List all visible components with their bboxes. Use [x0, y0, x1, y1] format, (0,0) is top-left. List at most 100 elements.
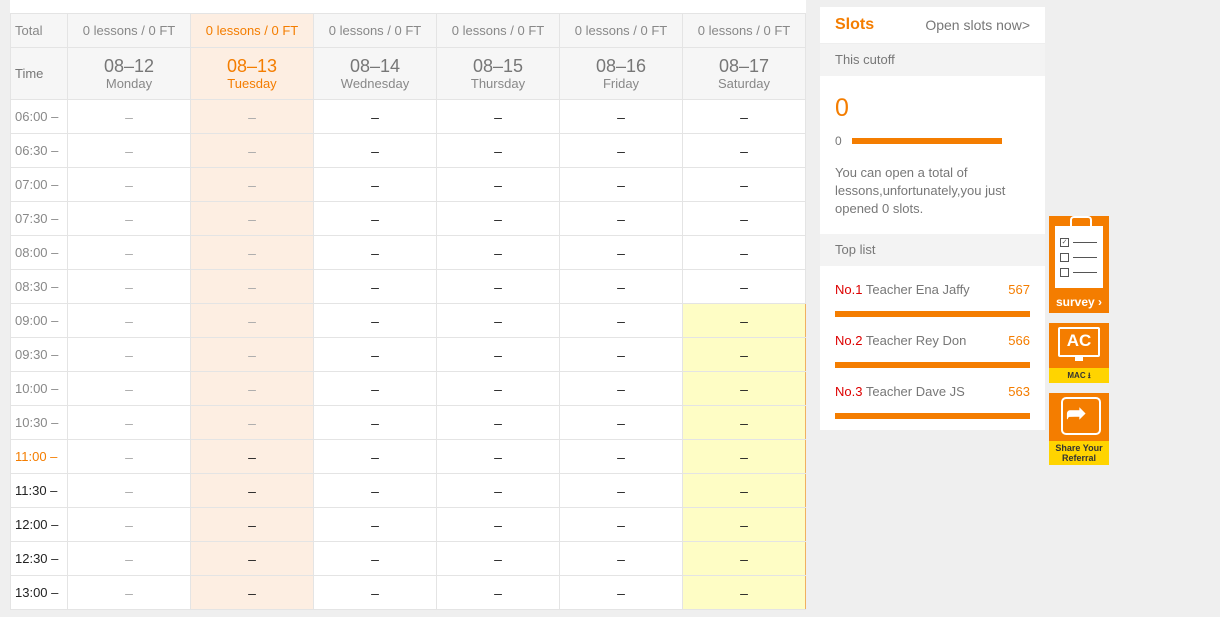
slot-cell[interactable]: –: [559, 439, 683, 474]
slot-cell[interactable]: –: [190, 337, 314, 372]
slot-cell[interactable]: –: [67, 235, 191, 270]
slot-cell[interactable]: –: [190, 99, 314, 134]
slot-cell[interactable]: –: [190, 133, 314, 168]
slot-cell[interactable]: –: [436, 439, 560, 474]
slot-cell[interactable]: –: [313, 167, 437, 202]
share-referral-button[interactable]: ➦ Share Your Referral: [1049, 393, 1109, 465]
slot-cell[interactable]: –: [559, 167, 683, 202]
share-arrow-icon: ➦: [1066, 400, 1087, 427]
slot-cell[interactable]: –: [559, 269, 683, 304]
slot-cell[interactable]: –: [190, 541, 314, 576]
rank-item[interactable]: No.1 Teacher Ena Jaffy 567: [820, 281, 1045, 317]
slot-cell[interactable]: –: [559, 303, 683, 338]
slot-cell[interactable]: –: [682, 541, 806, 576]
slot-cell[interactable]: –: [190, 575, 314, 610]
slot-cell[interactable]: –: [313, 337, 437, 372]
slot-cell[interactable]: –: [313, 541, 437, 576]
slot-cell[interactable]: –: [67, 269, 191, 304]
slot-cell[interactable]: –: [436, 371, 560, 406]
survey-button[interactable]: ✓ survey ›: [1049, 216, 1109, 313]
slot-cell[interactable]: –: [559, 371, 683, 406]
slot-cell[interactable]: –: [682, 575, 806, 610]
slot-cell[interactable]: –: [682, 371, 806, 406]
mac-download-button[interactable]: AC MAC ⭳: [1049, 323, 1109, 383]
slot-cell[interactable]: –: [559, 235, 683, 270]
slot-cell[interactable]: –: [436, 167, 560, 202]
slot-cell[interactable]: –: [436, 99, 560, 134]
slot-cell[interactable]: –: [190, 405, 314, 440]
slot-cell[interactable]: –: [436, 575, 560, 610]
slot-cell[interactable]: –: [559, 405, 683, 440]
day-header: 08–15 Thursday: [436, 47, 560, 100]
slot-cell[interactable]: –: [313, 269, 437, 304]
slot-cell[interactable]: –: [559, 507, 683, 542]
slot-cell[interactable]: –: [436, 337, 560, 372]
slot-cell[interactable]: –: [313, 405, 437, 440]
slot-cell[interactable]: –: [682, 439, 806, 474]
slot-cell[interactable]: –: [559, 201, 683, 236]
slot-cell[interactable]: –: [559, 99, 683, 134]
slot-cell[interactable]: –: [67, 167, 191, 202]
slot-cell[interactable]: –: [436, 133, 560, 168]
rank-item[interactable]: No.2 Teacher Rey Don 566: [820, 332, 1045, 368]
slot-cell[interactable]: –: [313, 371, 437, 406]
slot-cell[interactable]: –: [313, 133, 437, 168]
slot-cell[interactable]: –: [436, 201, 560, 236]
slot-cell[interactable]: –: [682, 99, 806, 134]
slot-cell[interactable]: –: [436, 541, 560, 576]
slot-cell[interactable]: –: [67, 405, 191, 440]
slot-cell[interactable]: –: [67, 99, 191, 134]
slot-cell[interactable]: –: [436, 507, 560, 542]
slot-cell[interactable]: –: [190, 269, 314, 304]
slot-cell[interactable]: –: [190, 167, 314, 202]
slot-cell[interactable]: –: [67, 473, 191, 508]
slot-cell[interactable]: –: [682, 167, 806, 202]
slot-cell[interactable]: –: [313, 235, 437, 270]
slot-cell[interactable]: –: [559, 575, 683, 610]
slot-cell[interactable]: –: [682, 201, 806, 236]
slot-cell[interactable]: –: [313, 439, 437, 474]
slot-cell[interactable]: –: [559, 541, 683, 576]
slot-cell[interactable]: –: [313, 303, 437, 338]
slot-cell[interactable]: –: [67, 337, 191, 372]
slot-cell[interactable]: –: [436, 235, 560, 270]
slot-cell[interactable]: –: [67, 201, 191, 236]
slot-cell[interactable]: –: [190, 235, 314, 270]
slot-cell[interactable]: –: [190, 507, 314, 542]
slot-cell[interactable]: –: [67, 133, 191, 168]
slot-cell[interactable]: –: [67, 303, 191, 338]
slot-cell[interactable]: –: [190, 201, 314, 236]
slot-cell[interactable]: –: [190, 371, 314, 406]
slot-cell[interactable]: –: [67, 439, 191, 474]
slot-cell[interactable]: –: [559, 133, 683, 168]
slot-cell[interactable]: –: [313, 473, 437, 508]
slot-cell[interactable]: –: [313, 201, 437, 236]
slot-cell[interactable]: –: [559, 337, 683, 372]
slot-cell[interactable]: –: [313, 99, 437, 134]
slot-cell[interactable]: –: [436, 405, 560, 440]
slot-cell[interactable]: –: [190, 303, 314, 338]
slot-cell[interactable]: –: [67, 541, 191, 576]
slot-cell[interactable]: –: [682, 507, 806, 542]
slot-cell[interactable]: –: [559, 473, 683, 508]
slot-cell[interactable]: –: [190, 439, 314, 474]
slot-cell[interactable]: –: [313, 575, 437, 610]
slot-cell[interactable]: –: [682, 269, 806, 304]
slot-cell[interactable]: –: [682, 133, 806, 168]
slot-cell[interactable]: –: [682, 337, 806, 372]
slot-cell[interactable]: –: [682, 303, 806, 338]
slot-cell[interactable]: –: [67, 371, 191, 406]
slot-cell[interactable]: –: [682, 235, 806, 270]
rank-item[interactable]: No.3 Teacher Dave JS 563: [820, 383, 1045, 419]
slot-cell[interactable]: –: [67, 575, 191, 610]
time-slot-row: 11:00 – – – – – – –: [10, 439, 806, 474]
slot-cell[interactable]: –: [682, 405, 806, 440]
slot-cell[interactable]: –: [436, 269, 560, 304]
slot-cell[interactable]: –: [436, 473, 560, 508]
open-slots-link[interactable]: Open slots now>: [925, 17, 1030, 33]
slot-cell[interactable]: –: [682, 473, 806, 508]
slot-cell[interactable]: –: [190, 473, 314, 508]
slot-cell[interactable]: –: [436, 303, 560, 338]
slot-cell[interactable]: –: [67, 507, 191, 542]
slot-cell[interactable]: –: [313, 507, 437, 542]
